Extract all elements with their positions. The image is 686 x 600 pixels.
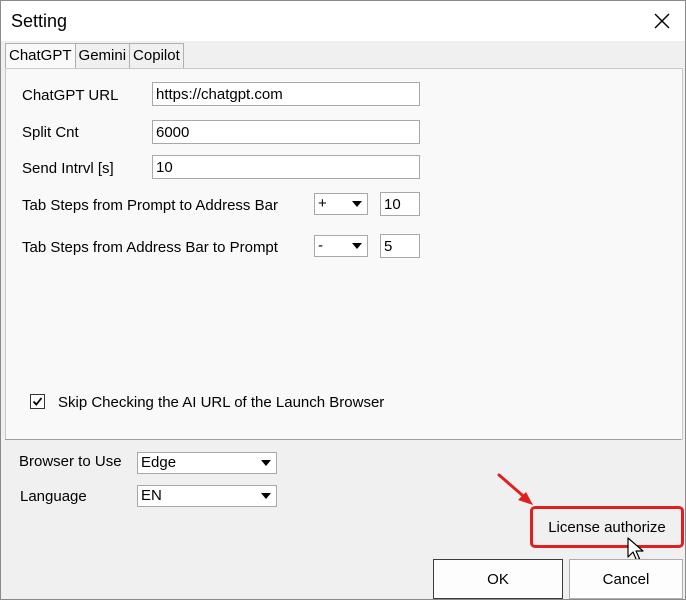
chevron-down-icon (347, 236, 367, 256)
chevron-down-icon (347, 194, 367, 214)
title-bar: Setting (1, 1, 685, 41)
tab-steps-to-address-input[interactable] (380, 192, 420, 216)
tab-panel-chatgpt: ChatGPT URL Split Cnt Send Intrvl [s] Ta… (5, 68, 683, 440)
window-title: Setting (11, 11, 68, 31)
browser-label: Browser to Use (19, 453, 122, 470)
close-button[interactable] (642, 4, 682, 38)
chevron-down-icon (256, 453, 276, 473)
language-select[interactable]: EN (137, 485, 277, 507)
tab-steps-to-address-sign-select[interactable]: + (314, 193, 368, 215)
divider (5, 439, 681, 440)
tab-steps-to-prompt-label: Tab Steps from Address Bar to Prompt (22, 239, 278, 256)
tab-strip: ChatGPT Gemini Copilot (5, 43, 184, 69)
cancel-button[interactable]: Cancel (569, 559, 683, 599)
ok-button[interactable]: OK (433, 559, 563, 599)
skip-url-check-label: Skip Checking the AI URL of the Launch B… (58, 394, 385, 411)
highlight-box (530, 506, 684, 548)
split-cnt-label: Split Cnt (22, 124, 79, 141)
browser-value: Edge (141, 454, 177, 471)
tab-steps-to-prompt-input[interactable] (380, 234, 420, 258)
skip-url-check-checkbox[interactable] (30, 394, 45, 409)
sign-value: + (318, 195, 327, 212)
split-cnt-input[interactable] (152, 120, 420, 144)
language-value: EN (141, 487, 162, 504)
send-interval-label: Send Intrvl [s] (22, 160, 114, 177)
checkmark-icon (32, 397, 43, 406)
settings-dialog: Setting ChatGPT Gemini Copilot ChatGPT U… (0, 0, 686, 600)
chevron-down-icon (256, 486, 276, 506)
tab-copilot[interactable]: Copilot (129, 43, 184, 68)
annotation-arrow-icon (497, 473, 533, 505)
send-interval-input[interactable] (152, 155, 420, 179)
tab-gemini[interactable]: Gemini (74, 43, 131, 68)
sign-value: - (318, 237, 323, 254)
browser-select[interactable]: Edge (137, 452, 277, 474)
chatgpt-url-label: ChatGPT URL (22, 87, 119, 104)
tab-steps-to-address-label: Tab Steps from Prompt to Address Bar (22, 197, 278, 214)
language-label: Language (20, 488, 87, 505)
chatgpt-url-input[interactable] (152, 82, 420, 106)
tab-steps-to-prompt-sign-select[interactable]: - (314, 235, 368, 257)
close-icon (654, 13, 670, 29)
tab-chatgpt[interactable]: ChatGPT (5, 43, 76, 68)
